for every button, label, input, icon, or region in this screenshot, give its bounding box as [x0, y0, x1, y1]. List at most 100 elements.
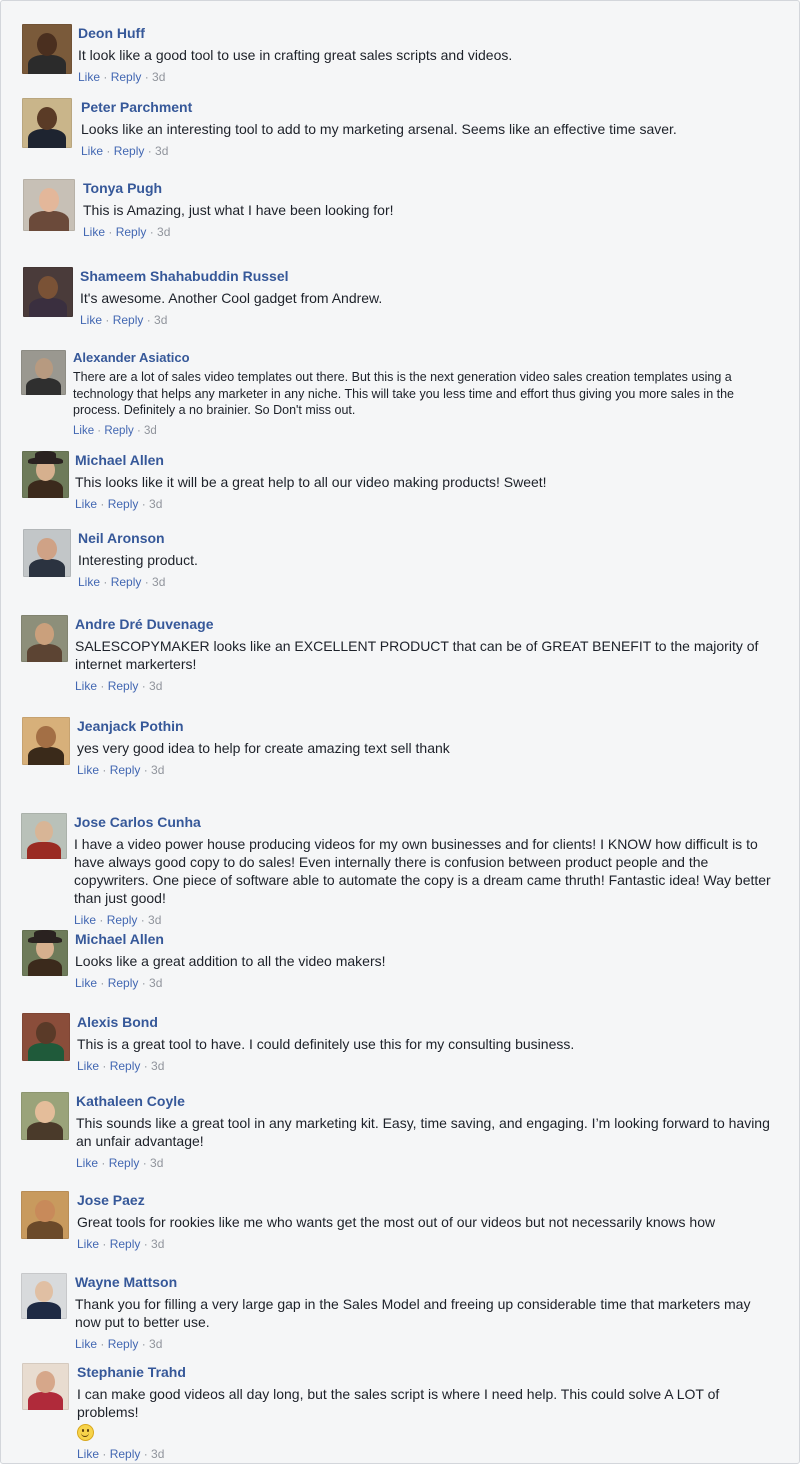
reply-link[interactable]: Reply — [116, 225, 147, 239]
comment-body: Shameem Shahabuddin Russel It's awesome. … — [80, 267, 780, 328]
reply-link[interactable]: Reply — [108, 1337, 139, 1351]
separator-dot: · — [140, 1446, 152, 1461]
comment-text-content: This is Amazing, just what I have been l… — [83, 202, 394, 218]
avatar[interactable] — [21, 1092, 69, 1140]
separator-dot: · — [99, 1446, 110, 1461]
avatar[interactable] — [23, 267, 73, 317]
reply-link[interactable]: Reply — [111, 575, 142, 589]
timestamp[interactable]: 3d — [151, 1237, 164, 1251]
separator-dot: · — [99, 763, 110, 777]
timestamp[interactable]: 3d — [154, 313, 167, 327]
avatar[interactable] — [22, 930, 68, 976]
like-link[interactable]: Like — [75, 1337, 97, 1351]
comment-text: I have a video power house producing vid… — [74, 835, 774, 907]
comment-text: SALESCOPYMAKER looks like an EXCELLENT P… — [75, 637, 775, 673]
author-name-link[interactable]: Jeanjack Pothin — [77, 717, 777, 735]
timestamp[interactable]: 3d — [151, 763, 164, 777]
timestamp[interactable]: 3d — [149, 679, 162, 693]
reply-link[interactable]: Reply — [110, 763, 141, 777]
like-link[interactable]: Like — [83, 225, 105, 239]
like-link[interactable]: Like — [81, 144, 103, 158]
author-name-link[interactable]: Shameem Shahabuddin Russel — [80, 267, 780, 285]
avatar[interactable] — [22, 98, 72, 148]
like-link[interactable]: Like — [76, 1156, 98, 1170]
reply-link[interactable]: Reply — [107, 913, 138, 927]
reply-link[interactable]: Reply — [108, 976, 139, 990]
avatar[interactable] — [23, 529, 71, 577]
reply-link[interactable]: Reply — [113, 313, 144, 327]
like-link[interactable]: Like — [80, 313, 102, 327]
avatar[interactable] — [21, 1273, 67, 1319]
author-name-link[interactable]: Kathaleen Coyle — [76, 1092, 776, 1110]
like-link[interactable]: Like — [77, 763, 99, 777]
comment-text: I can make good videos all day long, but… — [77, 1385, 777, 1441]
separator-dot: · — [138, 1337, 150, 1351]
separator-dot: · — [141, 70, 153, 84]
reply-link[interactable]: Reply — [108, 497, 139, 511]
author-name-link[interactable]: Wayne Mattson — [75, 1273, 775, 1291]
timestamp[interactable]: 3d — [150, 1156, 163, 1170]
timestamp[interactable]: 3d — [149, 1337, 162, 1351]
author-name-link[interactable]: Andre Dré Duvenage — [75, 615, 775, 633]
like-link[interactable]: Like — [75, 497, 97, 511]
comment-actions: Like · Reply · 3d — [83, 224, 783, 240]
comment-text-content: This sounds like a great tool in any mar… — [76, 1115, 770, 1149]
reply-link[interactable]: Reply — [109, 1156, 140, 1170]
like-link[interactable]: Like — [75, 679, 97, 693]
comment-text-content: I can make good videos all day long, but… — [77, 1386, 720, 1420]
reply-link[interactable]: Reply — [104, 425, 133, 437]
avatar[interactable] — [21, 350, 66, 395]
reply-link[interactable]: Reply — [111, 70, 142, 84]
avatar[interactable] — [22, 451, 69, 498]
timestamp[interactable]: 3d — [151, 1059, 164, 1073]
comment-body: Wayne Mattson Thank you for filling a ver… — [75, 1273, 775, 1352]
like-link[interactable]: Like — [73, 425, 94, 437]
author-name-link[interactable]: Neil Aronson — [78, 529, 778, 547]
reply-link[interactable]: Reply — [114, 144, 145, 158]
timestamp[interactable]: 3d — [148, 913, 161, 927]
timestamp[interactable]: 3d — [157, 225, 170, 239]
author-name-link[interactable]: Stephanie Trahd — [77, 1363, 777, 1381]
avatar[interactable] — [21, 1191, 69, 1239]
like-link[interactable]: Like — [74, 913, 96, 927]
avatar[interactable] — [21, 615, 68, 662]
avatar[interactable] — [22, 24, 72, 74]
reply-link[interactable]: Reply — [110, 1237, 141, 1251]
like-link[interactable]: Like — [77, 1059, 99, 1073]
avatar[interactable] — [21, 813, 67, 859]
author-name-link[interactable]: Michael Allen — [75, 451, 775, 469]
separator-dot: · — [143, 313, 155, 327]
reply-link[interactable]: Reply — [110, 1059, 141, 1073]
like-link[interactable]: Like — [77, 1237, 99, 1251]
like-link[interactable]: Like — [75, 976, 97, 990]
comment-body: Tonya Pugh This is Amazing, just what I h… — [83, 179, 783, 240]
comment-actions: Like · Reply · 3d — [76, 1155, 776, 1171]
author-name-link[interactable]: Deon Huff — [78, 24, 778, 42]
like-link[interactable]: Like — [77, 1447, 99, 1461]
author-name-link[interactable]: Tonya Pugh — [83, 179, 783, 197]
reply-link[interactable]: Reply — [110, 1447, 141, 1461]
like-link[interactable]: Like — [78, 575, 100, 589]
avatar[interactable] — [22, 1363, 69, 1410]
avatar[interactable] — [23, 179, 75, 231]
timestamp[interactable]: 3d — [144, 425, 157, 437]
author-name-link[interactable]: Alexander Asiatico — [73, 350, 737, 366]
author-name-link[interactable]: Peter Parchment — [81, 98, 781, 116]
avatar[interactable] — [22, 717, 70, 765]
comment-actions: Like · Reply · 3d — [75, 678, 775, 694]
timestamp[interactable]: 3d — [149, 976, 162, 990]
author-name-link[interactable]: Michael Allen — [75, 930, 775, 948]
timestamp[interactable]: 3d — [152, 70, 165, 84]
reply-link[interactable]: Reply — [108, 679, 139, 693]
author-name-link[interactable]: Jose Carlos Cunha — [74, 813, 774, 831]
timestamp[interactable]: 3d — [149, 497, 162, 511]
author-name-link[interactable]: Jose Paez — [77, 1191, 777, 1209]
timestamp[interactable]: 3d — [152, 575, 165, 589]
separator-dot: · — [100, 70, 111, 84]
avatar[interactable] — [22, 1013, 70, 1061]
like-link[interactable]: Like — [78, 70, 100, 84]
timestamp[interactable]: 3d — [155, 144, 168, 158]
timestamp[interactable]: 3d — [151, 1447, 164, 1461]
author-name-link[interactable]: Alexis Bond — [77, 1013, 777, 1031]
separator-dot: · — [97, 1337, 108, 1351]
